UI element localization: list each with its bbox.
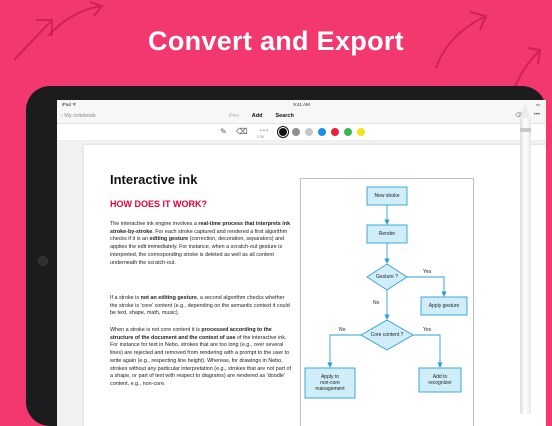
- headline: Convert and Export: [148, 26, 404, 56]
- app-screen: iPad ᯤ 9:41 AM ▭ ‹ My notebook Pen Add S…: [57, 100, 546, 426]
- text-run: of the interactive ink. For instance for…: [110, 334, 291, 387]
- text-run: The interactive ink engine involves a: [110, 221, 199, 227]
- back-button[interactable]: ‹ My notebook: [61, 113, 96, 119]
- document-page[interactable]: Interactive ink HOW DOES IT WORK? The in…: [84, 145, 546, 426]
- home-button[interactable]: [38, 256, 48, 266]
- swatch-gray[interactable]: [292, 128, 300, 136]
- paragraph-2: If a stroke is not an editing gesture, a…: [110, 295, 293, 318]
- tablet-frame: iPad ᯤ 9:41 AM ▭ ‹ My notebook Pen Add S…: [26, 86, 546, 426]
- edge-label-gesture-no: No: [373, 300, 380, 306]
- node-new-stroke: New stroke: [374, 193, 400, 199]
- document-title: Interactive ink: [110, 172, 198, 187]
- edge-label-core-no: No: [339, 327, 346, 333]
- node-add-to-recognizer: Add to recognizer: [428, 374, 452, 386]
- node-render: Render: [378, 231, 396, 237]
- swatch-green[interactable]: [344, 128, 352, 136]
- stroke-size-picker[interactable]: • • •: [260, 128, 268, 134]
- tab-search[interactable]: Search: [276, 112, 294, 120]
- node-core-content: Core content ?: [370, 332, 404, 338]
- paragraph-1: The interactive ink engine involves a re…: [110, 221, 293, 267]
- text-run: When a stroke is not core content it is: [110, 327, 202, 333]
- swatch-blue[interactable]: [318, 128, 326, 136]
- swatch-light-gray[interactable]: [305, 128, 313, 136]
- edge-label-core-yes: Yes: [423, 327, 432, 333]
- status-time: 9:41 AM: [293, 102, 310, 107]
- status-bar: iPad ᯤ 9:41 AM ▭: [57, 100, 546, 109]
- text-run-bold: editing gesture: [149, 236, 189, 243]
- edge-core-no: [327, 334, 361, 368]
- node-apply-non-core: Apply to non-core management: [315, 374, 345, 392]
- tab-add[interactable]: Add: [252, 112, 263, 120]
- battery-icon: ▭: [535, 102, 540, 107]
- swatch-yellow[interactable]: [357, 128, 365, 136]
- eraser-icon[interactable]: ⌫: [236, 127, 247, 136]
- edge-gesture-yes: [407, 276, 447, 297]
- more-icon[interactable]: •••: [534, 112, 540, 119]
- pen-icon[interactable]: ✎: [220, 127, 227, 136]
- color-swatches: [279, 128, 365, 136]
- swatch-red[interactable]: [331, 128, 339, 136]
- paragraph-3: When a stroke is not core content it is …: [110, 327, 293, 389]
- stylus-pencil: [520, 103, 531, 414]
- pen-toolbar: ✎ ⌫ • • • 0.35: [57, 124, 546, 141]
- text-run: If a stroke is: [110, 295, 141, 301]
- document-area: Interactive ink HOW DOES IT WORK? The in…: [57, 141, 546, 426]
- pencil-tip: [520, 103, 530, 118]
- tab-pen[interactable]: Pen: [229, 112, 239, 120]
- nav-bar: ‹ My notebook Pen Add Search ⌫ •••: [57, 109, 546, 124]
- document-subtitle: HOW DOES IT WORK?: [110, 199, 207, 209]
- pencil-band: [520, 128, 531, 132]
- swatch-black[interactable]: [279, 128, 287, 136]
- node-apply-gesture: Apply gesture: [428, 303, 460, 309]
- nav-tabs: Pen Add Search: [229, 112, 294, 120]
- text-run-bold: not an editing gesture: [140, 295, 197, 301]
- flowchart-diagram[interactable]: New stroke Render Gesture ? Apply gestur…: [300, 178, 474, 426]
- edge-core-yes: [413, 334, 443, 368]
- stroke-size-label: 0.35: [257, 135, 264, 139]
- node-gesture: Gesture ?: [376, 274, 398, 280]
- edge-label-gesture-yes: Yes: [423, 269, 432, 275]
